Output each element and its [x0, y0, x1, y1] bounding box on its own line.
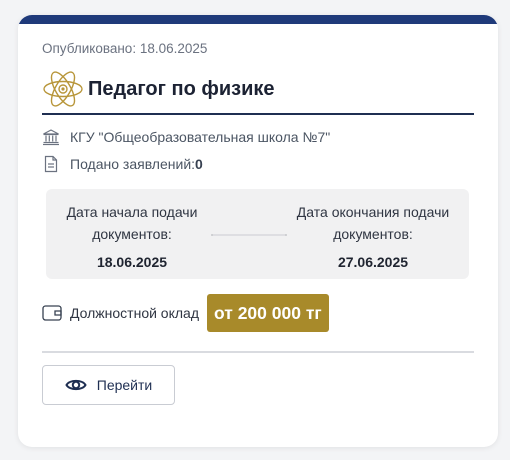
- salary-badge: от 200 000 тг: [207, 294, 329, 332]
- go-button-label: Перейти: [96, 377, 153, 393]
- start-date-label: Дата начала подачи документов:: [66, 204, 198, 242]
- dates-panel: Дата начала подачи документов: 18.06.202…: [46, 189, 469, 279]
- applications-count: 0: [195, 156, 203, 172]
- end-date-value: 27.06.2025: [337, 254, 409, 270]
- school-row: КГУ "Общеобразовательная школа №7": [42, 128, 330, 146]
- end-date-label: Дата окончания подачи документов:: [296, 204, 450, 242]
- eye-icon: [65, 379, 87, 391]
- go-button[interactable]: Перейти: [42, 365, 175, 405]
- applications-label: Подано заявлений:: [70, 156, 196, 172]
- divider: [42, 351, 474, 353]
- date-range-connector: [211, 234, 287, 236]
- published-date: Опубликовано: 18.06.2025: [42, 41, 208, 56]
- school-name: КГУ "Общеобразовательная школа №7": [70, 129, 331, 145]
- bank-building-icon: [43, 129, 59, 146]
- wallet-icon: [42, 305, 62, 321]
- document-icon: [44, 155, 58, 173]
- start-date-value: 18.06.2025: [96, 254, 168, 270]
- vacancy-title: Педагог по физике: [88, 77, 275, 100]
- end-date-block: Дата окончания подачи документов: 27.06.…: [286, 201, 460, 273]
- vacancy-card: Опубликовано: 18.06.2025 Педагог по физи…: [18, 15, 498, 447]
- start-date-block: Дата начала подачи документов: 18.06.202…: [56, 201, 208, 273]
- salary-row: Должностной оклад от 200 000 тг: [42, 294, 329, 332]
- applications-row: Подано заявлений: 0: [42, 155, 203, 173]
- card-top-bar: [18, 15, 498, 24]
- title-row: Педагог по физике: [42, 65, 474, 115]
- salary-label: Должностной оклад: [70, 305, 200, 321]
- atom-icon: [43, 71, 83, 107]
